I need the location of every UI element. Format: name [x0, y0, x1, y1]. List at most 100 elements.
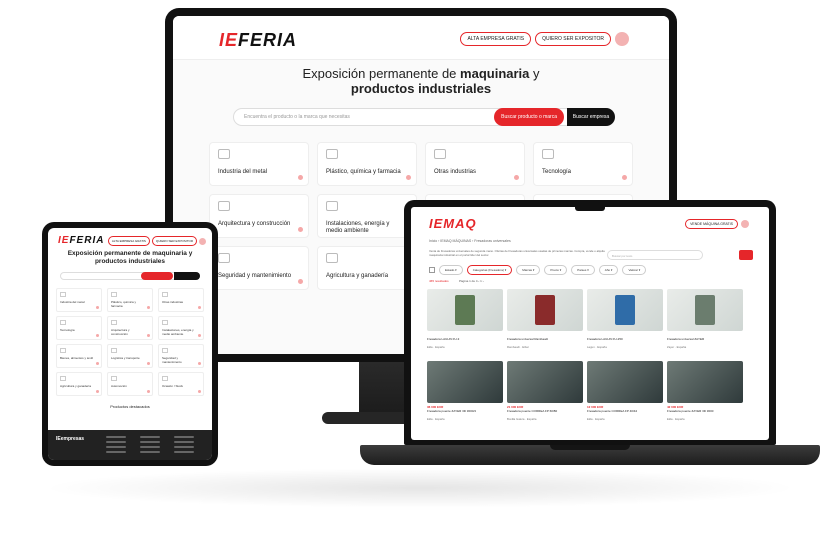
laptop-screen: IEMAQ VENDE MÁQUINA GRATIS Inicio › IEMA… [411, 207, 769, 440]
quiero-ser-expositor-button[interactable]: QUIERO SER EXPOSITOR [535, 32, 611, 46]
filter-estado[interactable]: Estado ▾ [439, 265, 463, 275]
category-card[interactable]: Tecnología [533, 142, 633, 186]
arrow-icon [622, 175, 627, 180]
filter-categorias[interactable]: Categorías (Fresadora) ▾ [466, 265, 513, 275]
category-card[interactable]: Logística y transporte [107, 344, 153, 368]
floor-shadow [40, 468, 800, 508]
arrow-icon [147, 334, 150, 337]
product-image [667, 289, 743, 331]
laptop-header-actions: VENDE MÁQUINA GRATIS [685, 219, 749, 229]
product-card[interactable]: 12 000 EUR Fresadora puente CORREA FP 40/… [587, 361, 663, 427]
footer-links-column [140, 436, 160, 456]
category-icon [218, 201, 230, 211]
page-title: Exposición permanente de maquinaria y pr… [67, 250, 193, 265]
filter-bar: Estado ▾ Categorías (Fresadora) ▾ Marcas… [429, 265, 647, 275]
user-avatar[interactable] [615, 32, 629, 46]
category-card[interactable]: Plástico, química y farmacia [107, 288, 153, 312]
search-companies-button[interactable]: Buscar empresa [567, 108, 615, 126]
category-card[interactable]: Arquitectura y construcción [209, 194, 309, 238]
filter-valorar[interactable]: Valorar ▾ [622, 265, 647, 275]
category-icon [60, 348, 66, 353]
breadcrumb[interactable]: Inicio › IEMAQ MÁQUINAS › Fresadoras uni… [429, 239, 511, 243]
product-card[interactable]: Fresadora universal ZAYER Zayer · España [667, 289, 743, 355]
grid-view-icon[interactable] [429, 267, 435, 273]
category-icon [218, 149, 230, 159]
filter-precio[interactable]: Precio ▾ [544, 265, 568, 275]
category-card[interactable]: Agricultura y ganadería [317, 246, 417, 290]
product-image [507, 361, 583, 403]
footer-links-column [106, 436, 126, 456]
category-card[interactable]: Bienes, alimentos y textil [56, 344, 102, 368]
product-image [507, 289, 583, 331]
footer-links-column [174, 436, 194, 456]
desktop-header: IEFERIA ALTA EMPRESA GRATIS QUIERO SER E… [173, 16, 669, 60]
ieferia-logo[interactable]: IEFERIA [219, 30, 297, 51]
search-products-button[interactable] [141, 272, 173, 280]
category-card[interactable]: Plástico, química y farmacia [317, 142, 417, 186]
tablet-device: IEFERIA ALTA EMPRESA GRATIS QUIERO SER E… [42, 222, 218, 466]
search-input[interactable]: Buscar por texto [607, 250, 703, 260]
user-avatar[interactable] [199, 237, 206, 245]
arrow-icon [147, 306, 150, 309]
search-bar[interactable] [60, 272, 200, 280]
search-input[interactable]: Encuentra el producto o la marca que nec… [244, 114, 350, 120]
filter-marcas[interactable]: Marcas ▾ [516, 265, 541, 275]
iemaq-logo[interactable]: IEMAQ [429, 216, 477, 231]
category-icon [326, 201, 338, 211]
search-products-button[interactable]: Buscar producto o marca [494, 108, 564, 126]
category-card[interactable]: Seguridad y mantenimiento [209, 246, 309, 290]
category-card[interactable]: Otras industrias [425, 142, 525, 186]
filter-ano[interactable]: Año ▾ [598, 265, 619, 275]
product-image [427, 289, 503, 331]
category-card[interactable]: Otras industrias [158, 288, 204, 312]
arrow-icon [406, 175, 411, 180]
category-card[interactable]: Arquitectura y construcción [107, 316, 153, 340]
arrow-icon [514, 175, 519, 180]
product-image [587, 361, 663, 403]
search-button[interactable] [739, 250, 753, 260]
category-card[interactable]: Seguridad y mantenimiento [158, 344, 204, 368]
product-card[interactable]: Fresadora universal Rambaudi Rambaudi · E… [507, 289, 583, 355]
product-card[interactable]: 21 000 EUR Fresadora puente CORREA FP 60/… [507, 361, 583, 427]
vende-maquina-button[interactable]: VENDE MÁQUINA GRATIS [685, 219, 738, 229]
category-card[interactable]: Tecnología [56, 316, 102, 340]
category-card[interactable]: Instalaciones, energía y medio ambiente [158, 316, 204, 340]
pagination[interactable]: Página 1 de 4 ‹ 1 › [459, 279, 484, 283]
category-icon [60, 376, 66, 381]
arrow-icon [96, 334, 99, 337]
product-image [587, 289, 663, 331]
arrow-icon [198, 334, 201, 337]
category-card[interactable]: Ocasión / Stock [158, 372, 204, 396]
product-card[interactable]: 36 000 EUR Fresadora puente ZAYER 3D 3000… [427, 361, 503, 427]
arrow-icon [96, 390, 99, 393]
search-bar: Encuentra el producto o la marca que nec… [233, 108, 615, 126]
footer-logo[interactable]: IEempresas [56, 436, 84, 442]
category-icon [218, 253, 230, 263]
product-card[interactable]: Fresadora LAGUN FU-3 Elda · España [427, 289, 503, 355]
results-count: 465 resultados [429, 279, 449, 283]
arrow-icon [198, 362, 201, 365]
category-card[interactable]: Industria del metal [56, 288, 102, 312]
category-card[interactable]: Automoción [107, 372, 153, 396]
category-icon [111, 348, 117, 353]
alta-empresa-button[interactable]: ALTA EMPRESA GRATIS [107, 236, 150, 246]
laptop-base [360, 445, 820, 465]
category-card[interactable]: Agricultura y ganadería [56, 372, 102, 396]
arrow-icon [198, 390, 201, 393]
category-icon [162, 376, 168, 381]
category-card[interactable]: Instalaciones, energía y medio ambiente [317, 194, 417, 238]
product-card[interactable]: Fresadora LAGUN FU-250 Lagun · España [587, 289, 663, 355]
category-icon [60, 292, 66, 297]
quiero-ser-expositor-button[interactable]: QUIERO SER EXPOSITOR [151, 236, 197, 246]
filter-paises[interactable]: Países ▾ [571, 265, 595, 275]
alta-empresa-button[interactable]: ALTA EMPRESA GRATIS [460, 32, 532, 46]
product-card[interactable]: 42 000 EUR Fresadora puente ZAYER 3D 3000… [667, 361, 743, 427]
search-companies-button[interactable] [174, 272, 200, 280]
category-card[interactable]: Industria del metal [209, 142, 309, 186]
category-icon [111, 376, 117, 381]
user-avatar[interactable] [741, 220, 749, 228]
tablet-header-actions: ALTA EMPRESA GRATIS QUIERO SER EXPOSITOR [107, 236, 206, 246]
featured-products-heading: Productos destacados [110, 404, 150, 409]
arrow-icon [298, 279, 303, 284]
ieferia-logo[interactable]: IEFERIA [58, 235, 104, 246]
